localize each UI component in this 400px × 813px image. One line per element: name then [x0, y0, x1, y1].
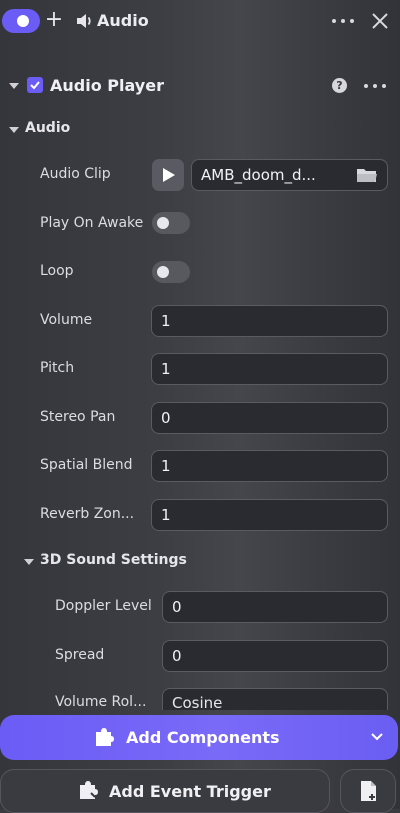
doppler-level-input[interactable]: 0 [162, 591, 388, 623]
reverb-zone-value: 1 [161, 506, 171, 524]
plus-icon[interactable]: + [44, 8, 64, 32]
more-icon[interactable] [332, 16, 354, 26]
component-title: Audio Player [50, 76, 164, 95]
component-more-icon[interactable] [364, 81, 386, 91]
volume-value: 1 [161, 312, 171, 330]
play-on-awake-toggle[interactable] [152, 212, 190, 234]
spread-value: 0 [172, 647, 182, 665]
play-button[interactable] [152, 159, 184, 191]
spatial-blend-input[interactable]: 1 [151, 450, 388, 482]
speaker-icon [77, 14, 91, 28]
spatial-blend-value: 1 [161, 457, 171, 475]
stereo-pan-value: 0 [161, 409, 171, 427]
folder-icon[interactable] [356, 167, 378, 184]
help-icon[interactable]: ? [332, 78, 347, 93]
collapse-triangle-icon[interactable] [9, 83, 19, 89]
add-components-label: Add Components [126, 728, 280, 747]
stereo-pan-label: Stereo Pan [40, 409, 116, 425]
pitch-input[interactable]: 1 [151, 353, 388, 385]
sound3d-collapse-icon[interactable] [24, 559, 34, 565]
volume-rolloff-label: Volume Rol... [55, 694, 147, 710]
visibility-toggle[interactable] [2, 9, 40, 33]
audio-clip-value: AMB_doom_d... [201, 166, 316, 184]
reverb-zone-input[interactable]: 1 [151, 499, 388, 531]
pitch-label: Pitch [40, 360, 75, 376]
puzzle-icon [96, 728, 114, 746]
spread-input[interactable]: 0 [162, 640, 388, 672]
volume-rolloff-value: Cosine [172, 694, 223, 710]
section-collapse-icon[interactable] [9, 127, 19, 133]
loop-label: Loop [40, 263, 74, 279]
section-title-audio: Audio [25, 120, 71, 136]
add-event-trigger-label: Add Event Trigger [109, 782, 271, 801]
add-file-button[interactable] [340, 769, 396, 813]
component-enabled-checkbox[interactable] [27, 77, 43, 93]
stereo-pan-input[interactable]: 0 [151, 402, 388, 434]
tab-title: Audio [97, 11, 149, 30]
volume-rolloff-select[interactable]: Cosine [162, 688, 388, 710]
add-components-button[interactable]: Add Components [0, 715, 398, 760]
audio-clip-label: Audio Clip [40, 166, 111, 182]
section-title-3d-sound: 3D Sound Settings [40, 552, 187, 568]
loop-toggle[interactable] [152, 261, 190, 283]
pitch-value: 1 [161, 360, 171, 378]
reverb-zone-label: Reverb Zon... [40, 506, 135, 522]
chevron-down-icon[interactable] [370, 732, 384, 742]
event-trigger-icon [80, 781, 98, 799]
file-add-icon [361, 781, 376, 801]
doppler-level-label: Doppler Level [55, 598, 152, 614]
add-event-trigger-button[interactable]: Add Event Trigger [0, 769, 330, 813]
volume-input[interactable]: 1 [151, 305, 388, 337]
volume-label: Volume [40, 312, 93, 328]
play-on-awake-label: Play On Awake [40, 215, 144, 231]
spread-label: Spread [55, 647, 105, 663]
close-icon[interactable] [370, 11, 390, 31]
doppler-level-value: 0 [172, 598, 182, 616]
spatial-blend-label: Spatial Blend [40, 457, 133, 473]
